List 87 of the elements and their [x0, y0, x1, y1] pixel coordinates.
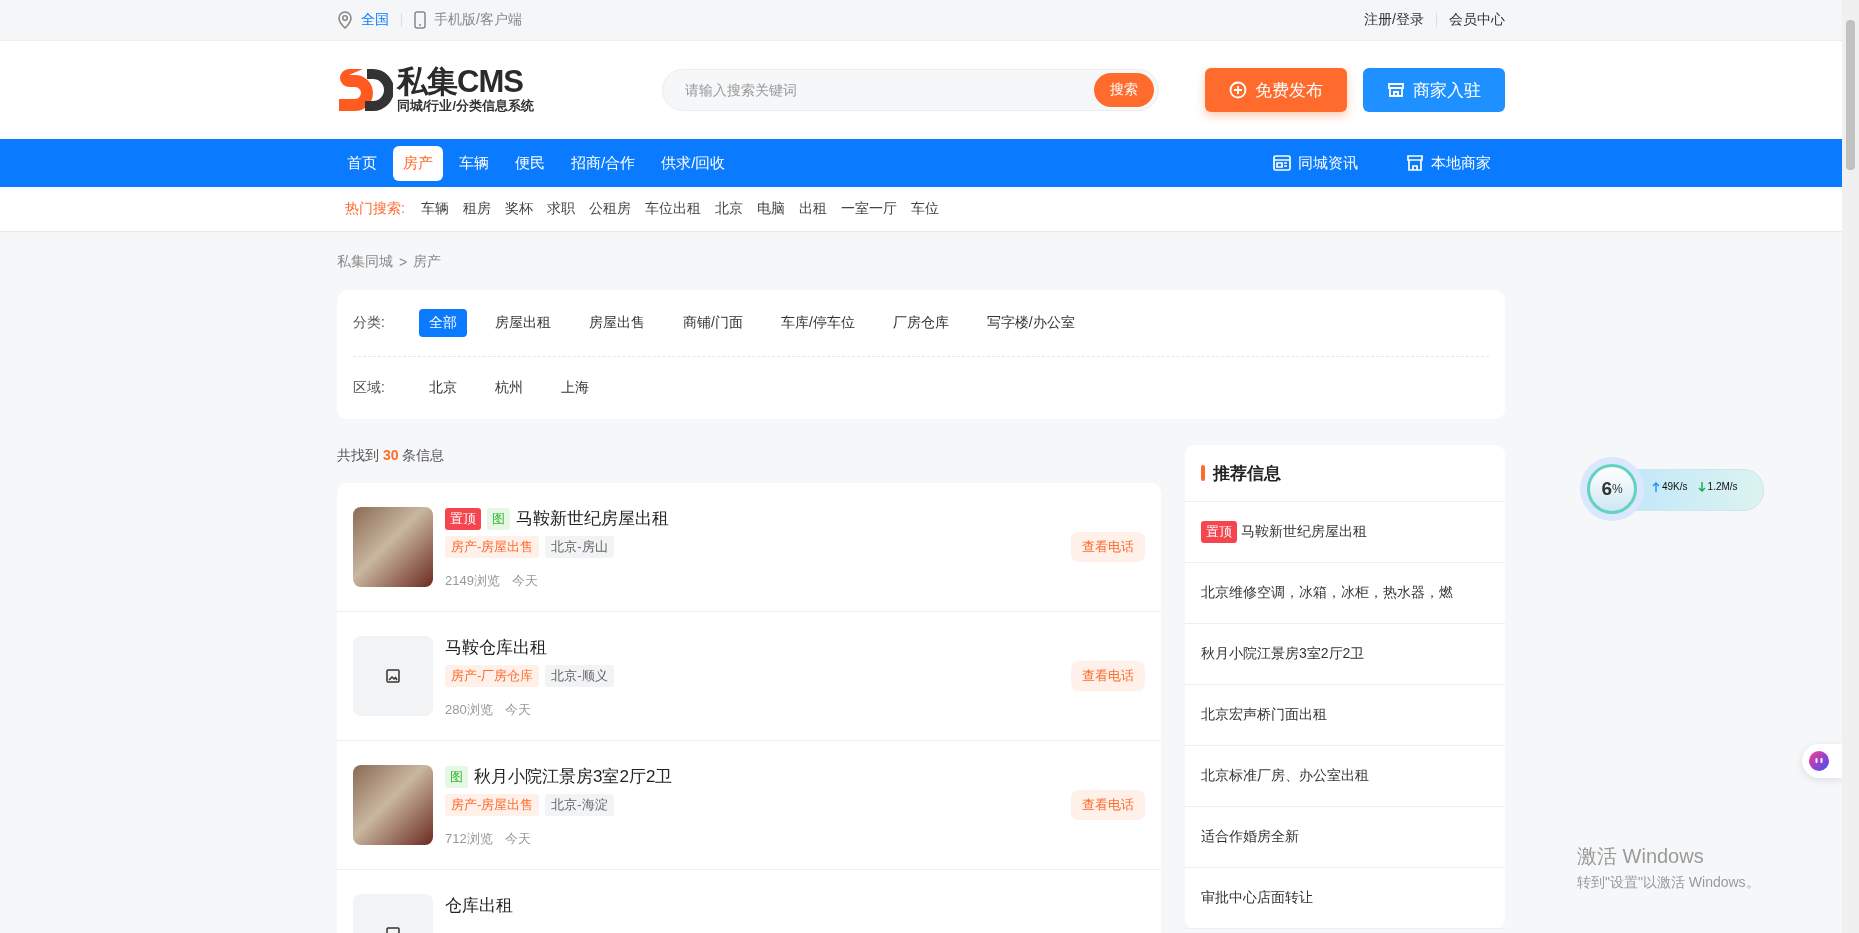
- hot-search-term[interactable]: 车位出租: [644, 200, 701, 218]
- listing-title[interactable]: 马鞍新世纪房屋出租: [516, 507, 669, 530]
- usage-value: 6: [1601, 478, 1612, 500]
- nav-tab[interactable]: 招商/合作: [561, 145, 646, 181]
- post-time: 今天: [504, 701, 531, 719]
- hot-search-term[interactable]: 车辆: [420, 200, 449, 218]
- logo-title: 私集CMS: [397, 65, 524, 98]
- filter-option[interactable]: 房屋出售: [579, 309, 655, 337]
- recommend-link[interactable]: 适合作婚房全新: [1201, 828, 1299, 846]
- listing-title[interactable]: 秋月小院江景房3室2厅2卫: [474, 765, 673, 788]
- accent-bar: [1201, 465, 1205, 481]
- area-tag: 北京-顺义: [545, 665, 614, 687]
- filter-option[interactable]: 全部: [419, 309, 467, 337]
- panel-title: 推荐信息: [1213, 462, 1281, 485]
- recommend-link[interactable]: 秋月小院江景房3室2厅2卫: [1201, 645, 1365, 663]
- hot-search-label: 热门搜索:: [345, 200, 405, 218]
- breadcrumb-link[interactable]: 私集同城: [337, 253, 393, 271]
- category-tag: 房产-厂房仓库: [445, 665, 540, 687]
- storefront-icon: [1387, 81, 1405, 99]
- recommend-link[interactable]: 北京标准厂房、办公室出租: [1201, 767, 1369, 785]
- result-summary: 共找到 30 条信息: [337, 447, 446, 465]
- nav-link[interactable]: 本地商家: [1406, 153, 1491, 173]
- area-tag: 北京-海淀: [545, 794, 614, 816]
- image-icon: [386, 669, 400, 683]
- image-badge: 图: [487, 507, 510, 530]
- activation-title: 激活 Windows: [1577, 844, 1705, 869]
- assistant-button[interactable]: [1802, 744, 1842, 778]
- hot-search-term[interactable]: 电脑: [756, 200, 785, 218]
- nav-tab[interactable]: 便民: [505, 145, 555, 181]
- filter-option[interactable]: 商铺/门面: [673, 309, 753, 337]
- logo-subtitle: 同城/行业/分类信息系统: [397, 97, 534, 115]
- recommend-link[interactable]: 北京宏声桥门面出租: [1201, 706, 1327, 724]
- location-link[interactable]: 全国: [361, 11, 389, 29]
- account-link[interactable]: 会员中心: [1449, 11, 1505, 29]
- category-tag: 房产-房屋出售: [445, 536, 540, 558]
- view-count: 2149浏览: [445, 572, 500, 590]
- down-arrow-icon: [1697, 481, 1706, 492]
- nav-link[interactable]: 同城资讯: [1273, 153, 1358, 173]
- filter-option[interactable]: 杭州: [485, 374, 533, 402]
- filter-label: 分类:: [353, 314, 386, 332]
- filter-option[interactable]: 北京: [419, 374, 467, 402]
- recommend-link[interactable]: 北京维修空调，冰箱，冰柜，热水器，燃: [1201, 584, 1453, 602]
- usage-unit: %: [1611, 482, 1623, 496]
- account-link[interactable]: 注册/登录: [1364, 11, 1424, 29]
- hot-search-term[interactable]: 出租: [798, 200, 827, 218]
- upload-speed: 49K/s: [1662, 481, 1688, 492]
- activation-hint: 转到"设置"以激活 Windows。: [1577, 874, 1760, 892]
- listing-title[interactable]: 仓库出租: [445, 894, 513, 917]
- filter-option[interactable]: 车库/停车位: [770, 309, 865, 337]
- location-pin-icon: [337, 11, 353, 29]
- hot-search-term[interactable]: 求职: [546, 200, 575, 218]
- plus-circle-icon: [1229, 81, 1247, 99]
- filter-option[interactable]: 房屋出租: [485, 309, 561, 337]
- pinned-badge: 置顶: [1201, 521, 1237, 543]
- post-time: 今天: [504, 830, 531, 848]
- recommend-link[interactable]: 马鞍新世纪房屋出租: [1241, 523, 1367, 541]
- newspaper-icon: [1273, 155, 1291, 171]
- nav-tab[interactable]: 车辆: [449, 145, 499, 181]
- hot-search-term[interactable]: 租房: [462, 200, 491, 218]
- filter-option[interactable]: 上海: [551, 374, 599, 402]
- pinned-badge: 置顶: [445, 507, 481, 530]
- filter-label: 区域:: [353, 379, 386, 397]
- view-count: 280浏览: [445, 701, 493, 719]
- image-badge: 图: [445, 765, 468, 788]
- breadcrumb-separator: >: [399, 254, 408, 270]
- phone-icon: [414, 11, 426, 29]
- hot-search-term[interactable]: 公租房: [588, 200, 631, 218]
- download-speed: 1.2M/s: [1707, 481, 1738, 492]
- category-tag: 房产-房屋出售: [445, 794, 540, 816]
- up-arrow-icon: [1652, 481, 1660, 492]
- nav-tab[interactable]: 供求/回收: [651, 145, 736, 181]
- hot-search-term[interactable]: 奖杯: [504, 200, 533, 218]
- hot-search-term[interactable]: 北京: [714, 200, 743, 218]
- filter-option[interactable]: 厂房仓库: [882, 309, 959, 337]
- hot-search-term[interactable]: 车位: [910, 200, 939, 218]
- assistant-face-icon: [1808, 750, 1830, 772]
- nav-tab[interactable]: 首页: [337, 145, 387, 181]
- listing-title[interactable]: 马鞍仓库出租: [445, 636, 547, 659]
- recommend-link[interactable]: 审批中心店面转让: [1201, 889, 1313, 907]
- post-time: 今天: [511, 572, 538, 590]
- view-count: 712浏览: [445, 830, 493, 848]
- scrollbar-thumb[interactable]: [1846, 20, 1855, 170]
- hot-search-term[interactable]: 一室一厅: [840, 200, 897, 218]
- filter-option[interactable]: 写字楼/办公室: [976, 309, 1085, 337]
- area-tag: 北京-房山: [545, 536, 614, 558]
- breadcrumb-link[interactable]: 房产: [413, 253, 442, 271]
- storefront-icon: [1406, 155, 1424, 171]
